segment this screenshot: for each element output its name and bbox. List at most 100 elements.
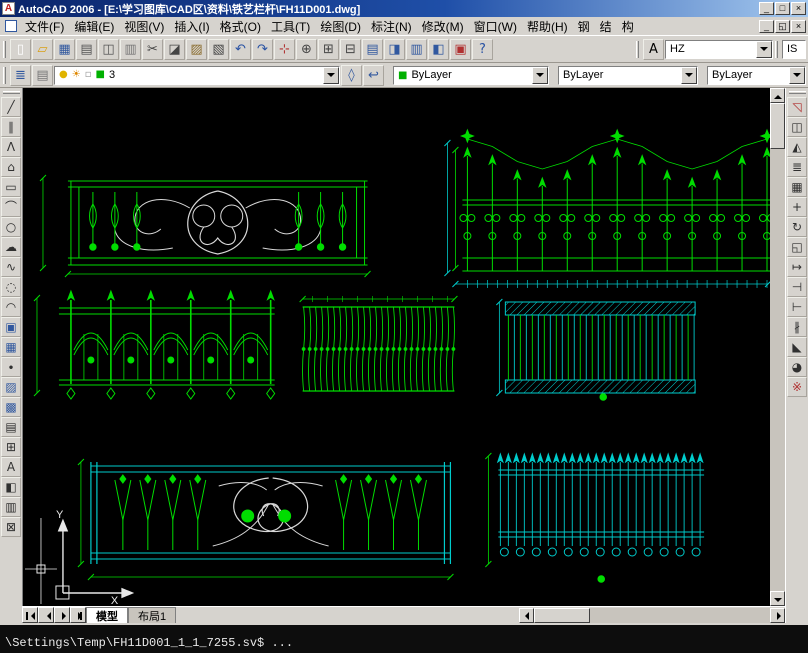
toolbar-grip[interactable] [775,40,778,58]
previous-tab-icon[interactable] [38,607,54,623]
open-icon[interactable]: ▱ [32,38,53,60]
point-icon[interactable]: ∙ [1,357,21,377]
menu-item[interactable]: 编辑(E) [69,17,119,36]
menu-item[interactable]: 修改(M) [417,17,469,36]
mirror-icon[interactable]: ◭ [787,137,807,157]
break-icon[interactable]: ∦ [787,317,807,337]
menu-item[interactable]: 窗口(W) [469,17,522,36]
dropdown-arrow-icon[interactable] [681,66,697,84]
vertical-scroll-thumb[interactable] [770,103,785,149]
chamfer-icon[interactable]: ◣ [787,337,807,357]
menu-item[interactable]: 工具(T) [266,17,315,36]
last-tab-icon[interactable] [70,607,86,623]
dropdown-arrow-icon[interactable] [532,66,548,84]
rectangle-icon[interactable]: ▭ [1,177,21,197]
dropdown-arrow-icon[interactable] [323,66,339,84]
help-icon[interactable]: ? [472,38,493,60]
sheet-set-manager-icon[interactable]: ◧ [428,38,449,60]
toolbar-grip[interactable] [3,66,6,84]
toolbar-grip[interactable] [2,91,20,94]
document-close-button[interactable]: × [791,19,806,33]
layers-icon[interactable]: ▤ [32,64,53,86]
rotate-icon[interactable]: ↻ [787,217,807,237]
menu-item[interactable]: 绘图(D) [315,17,366,36]
copy-icon[interactable]: ◪ [164,38,185,60]
menu-item[interactable]: 帮助(H) [522,17,573,36]
region-icon[interactable]: ▤ [1,417,21,437]
command-line[interactable]: \Settings\Temp\FH11D001_1_1_7255.sv$ ... [0,623,808,653]
layer-combo[interactable]: ● ☀ ▫ ■ 3 [54,65,340,85]
ellipse-icon[interactable]: ◌ [1,277,21,297]
drawing-canvas[interactable]: YX [23,88,770,606]
vertical-scroll-track[interactable] [770,149,785,591]
menu-item[interactable]: 文件(F) [20,17,69,36]
match-properties-icon[interactable]: ▧ [208,38,229,60]
trim-icon[interactable]: ⊣ [787,277,807,297]
first-tab-icon[interactable] [22,607,38,623]
insert-block-icon[interactable]: ▣ [1,317,21,337]
polygon-icon[interactable]: ⌂ [1,157,21,177]
construction-line-icon[interactable]: ∥ [1,117,21,137]
qnew-icon[interactable]: ▯ [10,38,31,60]
pan-icon[interactable]: ⊹ [274,38,295,60]
designcenter-icon[interactable]: ◨ [384,38,405,60]
dropdown-arrow-icon[interactable] [756,40,772,58]
scale-icon[interactable]: ◱ [787,237,807,257]
viewports-icon[interactable]: ▥ [1,497,21,517]
publish-icon[interactable]: ▥ [120,38,141,60]
cut-icon[interactable]: ✂ [142,38,163,60]
array-icon[interactable]: ▦ [787,177,807,197]
scroll-left-icon[interactable] [519,607,534,623]
ellipse-arc-icon[interactable]: ◠ [1,297,21,317]
make-block-icon[interactable]: ▦ [1,337,21,357]
linetype-combo[interactable]: ByLayer [558,65,698,85]
menu-item[interactable]: 构 [617,17,639,36]
horizontal-scroll-track[interactable] [590,607,770,623]
layer-properties-manager-icon[interactable]: ≣ [10,64,31,86]
menu-item[interactable]: 钢 [573,17,595,36]
line-icon[interactable]: ╱ [1,97,21,117]
color-combo[interactable]: ■ ByLayer [393,65,549,85]
toolbar-grip[interactable] [636,40,639,58]
zoom-window-icon[interactable]: ⊞ [318,38,339,60]
text-style-combo[interactable]: HZ [665,39,773,59]
undo-icon[interactable]: ↶ [230,38,251,60]
stretch-icon[interactable]: ↦ [787,257,807,277]
toolbar-grip[interactable] [3,40,6,58]
named-views-icon[interactable]: ◧ [1,477,21,497]
plot-icon[interactable]: ▤ [76,38,97,60]
menu-item[interactable]: 视图(V) [119,17,169,36]
paste-icon[interactable]: ▨ [186,38,207,60]
erase-icon[interactable]: ◹ [787,97,807,117]
zoom-previous-icon[interactable]: ⊟ [340,38,361,60]
hatch-icon[interactable]: ▨ [1,377,21,397]
offset-icon[interactable]: ≣ [787,157,807,177]
menu-item[interactable]: 格式(O) [215,17,266,36]
horizontal-scrollbar[interactable] [519,607,785,623]
extend-icon[interactable]: ⊢ [787,297,807,317]
explode-icon[interactable]: ※ [787,377,807,397]
revision-cloud-icon[interactable]: ☁ [1,237,21,257]
layer-previous-icon[interactable]: ↩ [363,64,384,86]
scroll-up-icon[interactable] [770,88,785,103]
document-icon[interactable] [5,20,17,32]
markup-set-manager-icon[interactable]: ▣ [450,38,471,60]
menu-item[interactable]: 结 [595,17,617,36]
tab-model[interactable]: 模型 [86,607,128,623]
menu-item[interactable]: 插入(I) [169,17,214,36]
copy-object-icon[interactable]: ◫ [787,117,807,137]
lineweight-combo[interactable]: ByLayer [707,65,806,85]
window-minimize-button[interactable]: _ [759,2,774,15]
toolbar-grip[interactable] [788,91,806,94]
text-style-icon[interactable]: A [643,38,664,60]
polyline-icon[interactable]: Λ [1,137,21,157]
horizontal-scroll-thumb[interactable] [534,607,590,623]
table-icon[interactable]: ⊞ [1,437,21,457]
multiline-text-icon[interactable]: A [1,457,21,477]
redo-icon[interactable]: ↷ [252,38,273,60]
move-icon[interactable]: + [787,197,807,217]
osnap-icon[interactable]: ⊠ [1,517,21,537]
tool-palettes-icon[interactable]: ▥ [406,38,427,60]
circle-icon[interactable]: ○ [1,217,21,237]
layer-on-icon[interactable]: ● [59,70,68,80]
